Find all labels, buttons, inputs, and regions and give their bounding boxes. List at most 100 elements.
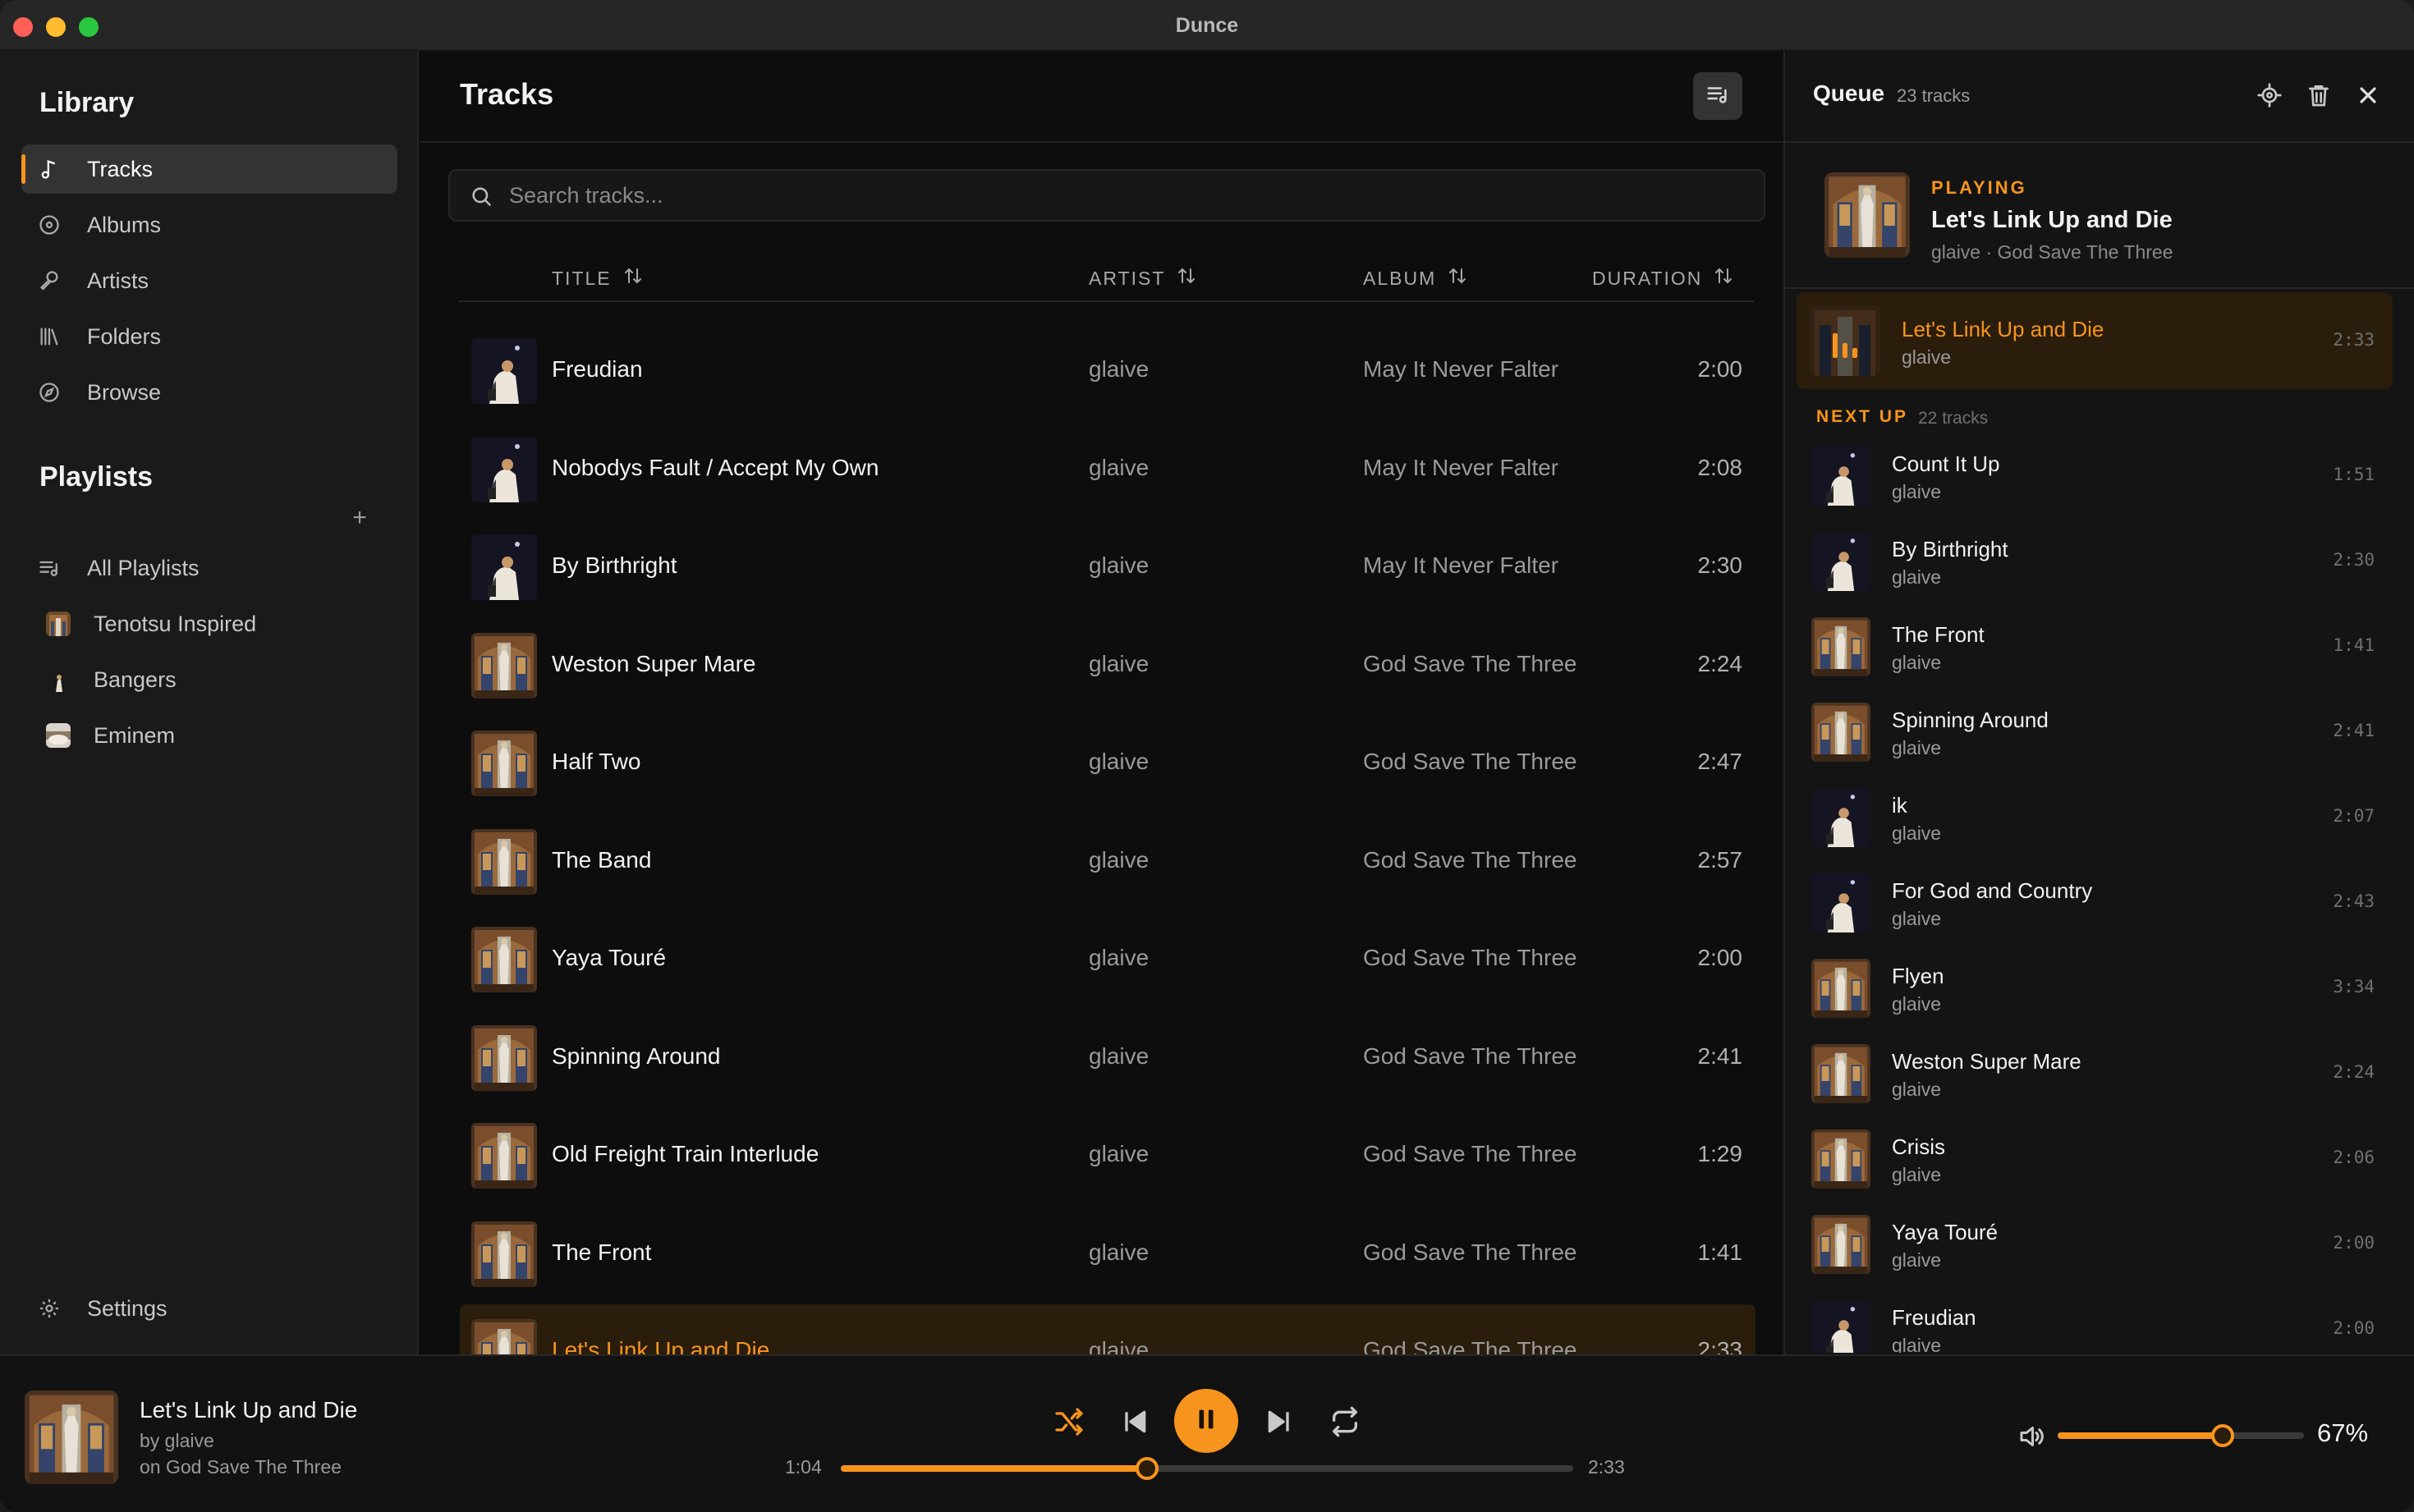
track-duration: 2:24 <box>1697 650 1743 676</box>
sidebar-item-tenotsu-inspired[interactable]: Tenotsu Inspired <box>21 599 397 648</box>
table-row[interactable]: The Band glaive God Save The Three 2:57 <box>460 814 1755 903</box>
track-album[interactable]: God Save The Three <box>1363 1239 1576 1266</box>
volume-icon[interactable] <box>2017 1422 2046 1451</box>
track-artist[interactable]: glaive <box>1089 1043 1149 1070</box>
repeat-icon[interactable] <box>1329 1405 1361 1438</box>
column-header-title[interactable]: TITLE <box>552 266 643 291</box>
table-row[interactable]: Half Two glaive God Save The Three 2:47 <box>460 716 1755 804</box>
album-art[interactable] <box>25 1391 118 1484</box>
queue-item[interactable]: By Birthright glaive 2:30 <box>1797 520 2393 606</box>
track-duration: 1:41 <box>1697 1239 1743 1265</box>
track-title: By Birthright <box>552 552 677 578</box>
table-row[interactable]: Spinning Around glaive God Save The Three 2… <box>460 1010 1755 1099</box>
library-heading: Library <box>39 87 135 118</box>
volume-fill <box>2058 1432 2223 1439</box>
settings-button[interactable]: Settings <box>21 1284 397 1333</box>
table-row[interactable]: The Front glaive God Save The Three 1:41 <box>460 1207 1755 1295</box>
sidebar-item-label: Tenotsu Inspired <box>94 611 257 636</box>
queue-item-title: Flyen <box>1892 964 1944 988</box>
queue-item[interactable]: The Front glaive 1:41 <box>1797 606 2393 691</box>
progress-bar[interactable] <box>841 1457 1573 1480</box>
track-artist[interactable]: glaive <box>1089 356 1149 383</box>
volume-slider[interactable] <box>2058 1424 2304 1447</box>
table-row[interactable]: Weston Super Mare glaive God Save The Thre… <box>460 618 1755 707</box>
track-cover <box>471 731 537 796</box>
table-row[interactable]: Freudian glaive May It Never Falter 2:00 <box>460 323 1755 412</box>
search-input[interactable] <box>509 177 1741 213</box>
sidebar-item-label: Browse <box>87 379 162 405</box>
queue-item-cover <box>1811 617 1870 676</box>
queue-item-artist: glaive <box>1892 652 1942 673</box>
queue-item-duration: 3:34 <box>2333 977 2375 997</box>
track-duration: 1:29 <box>1697 1141 1743 1166</box>
volume-handle[interactable] <box>2211 1424 2234 1447</box>
volume-percent: 67% <box>2317 1418 2369 1447</box>
previous-icon[interactable] <box>1118 1405 1151 1438</box>
track-album[interactable]: May It Never Falter <box>1363 552 1558 579</box>
queue-item[interactable]: Freudian glaive 2:00 <box>1797 1289 2393 1353</box>
track-album[interactable]: May It Never Falter <box>1363 356 1558 383</box>
queue-toggle-button[interactable] <box>1693 72 1742 120</box>
divider <box>458 300 1754 302</box>
track-album[interactable]: God Save The Three <box>1363 847 1576 873</box>
sidebar-item-tracks[interactable]: Tracks <box>21 144 397 194</box>
pause-button[interactable] <box>1174 1389 1238 1453</box>
sidebar-item-browse[interactable]: Browse <box>21 368 397 417</box>
column-header-artist[interactable]: ARTIST <box>1089 266 1196 291</box>
sidebar-item-bangers[interactable]: Bangers <box>21 655 397 704</box>
track-artist[interactable]: glaive <box>1089 1239 1149 1266</box>
column-header-label: TITLE <box>552 267 612 289</box>
queue-item-cover <box>1811 1044 1870 1103</box>
sidebar-item-albums[interactable]: Albums <box>21 200 397 250</box>
track-artist[interactable]: glaive <box>1089 455 1149 481</box>
sidebar-item-all-playlists[interactable]: All Playlists <box>21 543 397 593</box>
track-album[interactable]: May It Never Falter <box>1363 455 1558 481</box>
track-album[interactable]: God Save The Three <box>1363 749 1576 775</box>
track-album[interactable]: God Save The Three <box>1363 1043 1576 1070</box>
sidebar-item-artists[interactable]: Artists <box>21 256 397 305</box>
plus-icon[interactable]: + <box>348 506 371 530</box>
table-row[interactable]: Old Freight Train Interlude glaive God Sav… <box>460 1108 1755 1197</box>
next-icon[interactable] <box>1263 1405 1296 1438</box>
sidebar-item-label: Albums <box>87 212 162 237</box>
sidebar-item-label: Eminem <box>94 722 176 748</box>
queue-item[interactable]: Yaya Touré glaive 2:00 <box>1797 1203 2393 1289</box>
track-artist[interactable]: glaive <box>1089 552 1149 579</box>
queue-item-duration: 1:51 <box>2333 465 2375 484</box>
queue-item-title: The Front <box>1892 622 1985 647</box>
track-artist[interactable]: glaive <box>1089 651 1149 677</box>
queue-item[interactable]: ik glaive 2:07 <box>1797 777 2393 862</box>
gear-icon <box>38 1297 61 1320</box>
shuffle-icon[interactable] <box>1053 1405 1085 1438</box>
track-album[interactable]: God Save The Three <box>1363 651 1576 677</box>
column-header-album[interactable]: ALBUM <box>1363 266 1467 291</box>
queue-item[interactable]: Count It Up glaive 1:51 <box>1797 435 2393 520</box>
column-header-duration[interactable]: DURATION <box>1592 266 1733 291</box>
queue-item-title: Weston Super Mare <box>1892 1049 2081 1074</box>
queue-item[interactable]: Crisis glaive 2:06 <box>1797 1118 2393 1203</box>
queue-item[interactable]: Weston Super Mare glaive 2:24 <box>1797 1033 2393 1118</box>
track-album[interactable]: God Save The Three <box>1363 1141 1576 1167</box>
track-artist[interactable]: glaive <box>1089 1141 1149 1167</box>
track-cover <box>471 436 537 502</box>
queue-item[interactable]: For God and Country glaive 2:43 <box>1797 862 2393 947</box>
table-row[interactable]: Nobodys Fault / Accept My Own glaive May I… <box>460 422 1755 511</box>
progress-handle[interactable] <box>1136 1457 1159 1480</box>
table-row[interactable]: Yaya Touré glaive God Save The Three 2:00 <box>460 912 1755 1001</box>
queue-item[interactable]: Spinning Around glaive 2:41 <box>1797 691 2393 777</box>
queue-item-title: For God and Country <box>1892 878 2093 903</box>
track-cover <box>471 927 537 992</box>
track-album[interactable]: God Save The Three <box>1363 945 1576 971</box>
track-artist[interactable]: glaive <box>1089 847 1149 873</box>
queue-panel: Queue 23 tracks PLAYING Let's Link Up an… <box>1783 51 2414 1354</box>
queue-item-title: Crisis <box>1892 1134 1945 1159</box>
sidebar-item-eminem[interactable]: Eminem <box>21 711 397 760</box>
column-header-label: ARTIST <box>1089 267 1166 289</box>
queue-item[interactable]: Flyen glaive 3:34 <box>1797 947 2393 1033</box>
search-box[interactable] <box>448 169 1765 222</box>
track-artist[interactable]: glaive <box>1089 749 1149 775</box>
table-row[interactable]: By Birthright glaive May It Never Falter 2:… <box>460 520 1755 608</box>
queue-item-duration: 2:06 <box>2333 1148 2375 1167</box>
track-artist[interactable]: glaive <box>1089 945 1149 971</box>
sidebar-item-folders[interactable]: Folders <box>21 312 397 361</box>
